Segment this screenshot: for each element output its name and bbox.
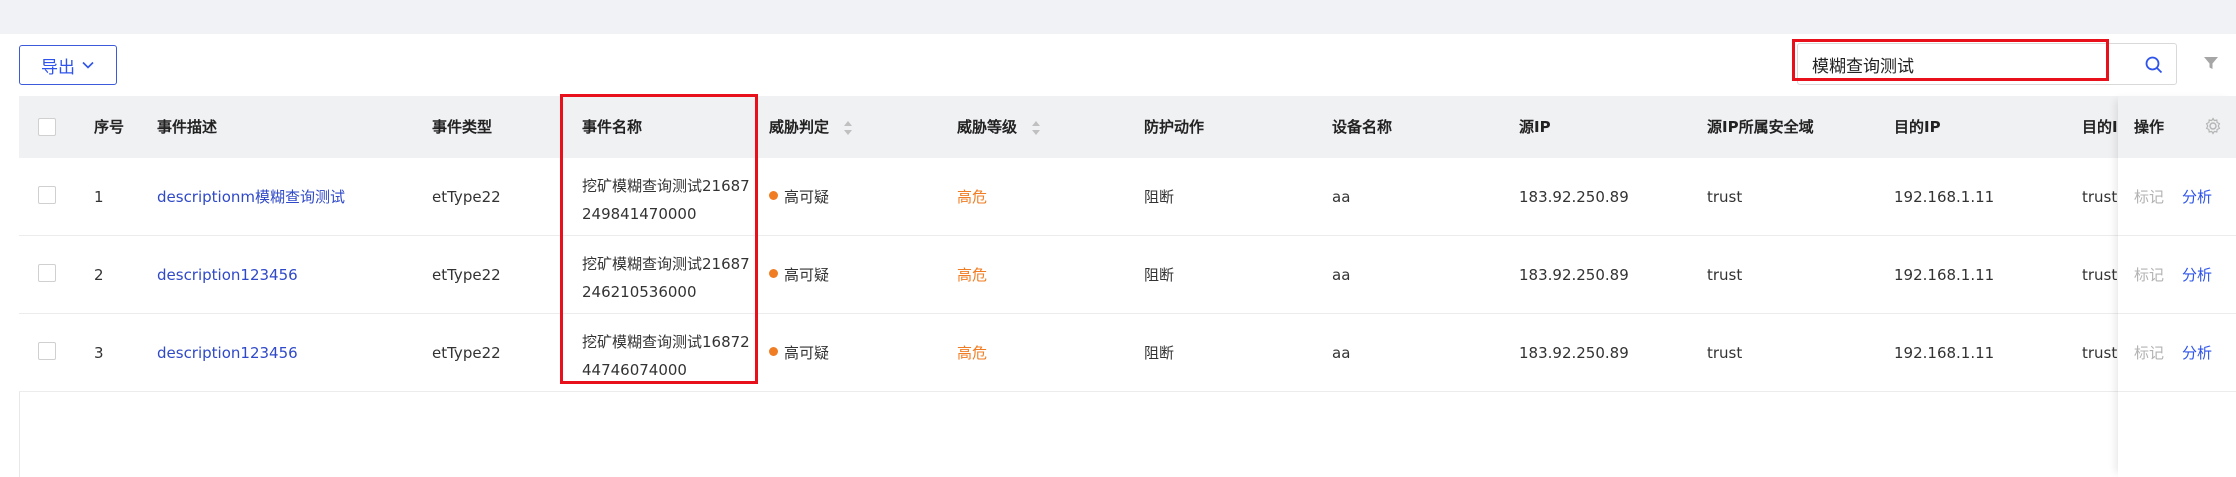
sort-icon[interactable] [1030, 119, 1042, 137]
cell-threat-level: 高危 [957, 344, 988, 362]
cell-dst-ip: 192.168.1.11 [1894, 266, 1995, 284]
header-device: 设备名称 [1332, 118, 1393, 136]
cell-desc-link[interactable]: description123456 [157, 236, 298, 314]
cell-name-line1: 挖矿模糊查询测试21687 [582, 255, 750, 273]
cell-name: 挖矿模糊查询测试16872 44746074000 [582, 328, 772, 384]
status-dot [769, 191, 778, 200]
search-box[interactable] [1797, 43, 2177, 85]
row-checkbox[interactable] [38, 342, 56, 360]
cell-name-line1: 挖矿模糊查询测试16872 [582, 333, 750, 351]
cell-device: aa [1332, 188, 1351, 206]
row-checkbox[interactable] [38, 264, 56, 282]
cell-dst-ip: 192.168.1.11 [1894, 344, 1995, 362]
analyze-button[interactable]: 分析 [2182, 314, 2212, 392]
cell-action: 阻断 [1144, 188, 1175, 206]
cell-desc-link[interactable]: description123456 [157, 314, 298, 392]
cell-src-zone: trust [1707, 266, 1743, 284]
header-desc: 事件描述 [157, 118, 218, 136]
table-header: 序号 事件描述 事件类型 事件名称 威胁判定 威胁等级 防护动作 设备名称 源I… [19, 96, 2236, 158]
status-dot [769, 347, 778, 356]
cell-name-line2: 249841470000 [582, 205, 697, 223]
cell-device: aa [1332, 266, 1351, 284]
cell-src-ip: 183.92.250.89 [1519, 344, 1629, 362]
cell-dst-zone: trust [2082, 344, 2118, 362]
cell-dst-ip: 192.168.1.11 [1894, 188, 1995, 206]
header-name: 事件名称 [582, 118, 643, 136]
header-threat-level-label: 威胁等级 [957, 118, 1018, 136]
header-src-ip: 源IP [1519, 118, 1551, 136]
export-button[interactable]: 导出 [19, 45, 117, 85]
header-dst-ip: 目的IP [1894, 118, 1941, 136]
table-row[interactable]: 3 description123456 etType22 挖矿模糊查询测试168… [19, 314, 2236, 392]
cell-seq: 2 [94, 266, 104, 284]
cell-threat-judge: 高可疑 [769, 236, 829, 314]
cell-seq: 1 [94, 188, 104, 206]
cell-threat-judge: 高可疑 [769, 158, 829, 236]
cell-threat-judge: 高可疑 [769, 314, 829, 392]
header-type: 事件类型 [432, 118, 493, 136]
cell-src-zone: trust [1707, 188, 1743, 206]
cell-name-line2: 246210536000 [582, 283, 697, 301]
row-checkbox[interactable] [38, 186, 56, 204]
mark-button[interactable]: 标记 [2134, 314, 2164, 392]
search-icon[interactable] [2144, 55, 2164, 75]
top-band [0, 0, 2236, 34]
sort-icon[interactable] [842, 119, 854, 137]
header-dst-zone: 目的IP [2082, 118, 2118, 136]
filter-icon[interactable] [2203, 55, 2219, 71]
cell-type: etType22 [432, 188, 501, 206]
cell-dst-zone: trust [2082, 266, 2118, 284]
cell-type: etType22 [432, 266, 501, 284]
chevron-down-icon [82, 61, 94, 69]
cell-seq: 3 [94, 344, 104, 362]
cell-type: etType22 [432, 344, 501, 362]
cell-threat-judge-text: 高可疑 [784, 266, 830, 284]
search-input[interactable] [1812, 44, 2122, 84]
header-threat-level[interactable]: 威胁等级 [957, 96, 1042, 158]
header-threat-judge[interactable]: 威胁判定 [769, 96, 854, 158]
cell-dst-zone: trust [2082, 188, 2118, 206]
table-row[interactable]: 1 descriptionm模糊查询测试 etType22 挖矿模糊查询测试21… [19, 158, 2236, 236]
cell-name-line1: 挖矿模糊查询测试21687 [582, 177, 750, 195]
analyze-button[interactable]: 分析 [2182, 158, 2212, 236]
cell-src-zone: trust [1707, 344, 1743, 362]
header-threat-judge-label: 威胁判定 [769, 118, 830, 136]
cell-name: 挖矿模糊查询测试21687 246210536000 [582, 250, 772, 306]
cell-threat-level: 高危 [957, 266, 988, 284]
select-all-checkbox[interactable] [38, 118, 56, 136]
cell-desc-link[interactable]: descriptionm模糊查询测试 [157, 158, 345, 236]
cell-device: aa [1332, 344, 1351, 362]
cell-threat-judge-text: 高可疑 [784, 188, 830, 206]
header-action: 防护动作 [1144, 118, 1205, 136]
header-src-zone: 源IP所属安全域 [1707, 118, 1814, 136]
gear-icon[interactable] [2204, 117, 2222, 135]
cell-action: 阻断 [1144, 344, 1175, 362]
header-ops: 操作 [2134, 118, 2165, 136]
mark-button[interactable]: 标记 [2134, 158, 2164, 236]
status-dot [769, 269, 778, 278]
header-seq: 序号 [94, 118, 125, 136]
cell-threat-judge-text: 高可疑 [784, 344, 830, 362]
cell-name: 挖矿模糊查询测试21687 249841470000 [582, 172, 772, 228]
cell-src-ip: 183.92.250.89 [1519, 188, 1629, 206]
cell-src-ip: 183.92.250.89 [1519, 266, 1629, 284]
table-row[interactable]: 2 description123456 etType22 挖矿模糊查询测试216… [19, 236, 2236, 314]
cell-threat-level: 高危 [957, 188, 988, 206]
cell-name-line2: 44746074000 [582, 361, 687, 379]
mark-button[interactable]: 标记 [2134, 236, 2164, 314]
export-label: 导出 [41, 57, 75, 78]
cell-action: 阻断 [1144, 266, 1175, 284]
analyze-button[interactable]: 分析 [2182, 236, 2212, 314]
